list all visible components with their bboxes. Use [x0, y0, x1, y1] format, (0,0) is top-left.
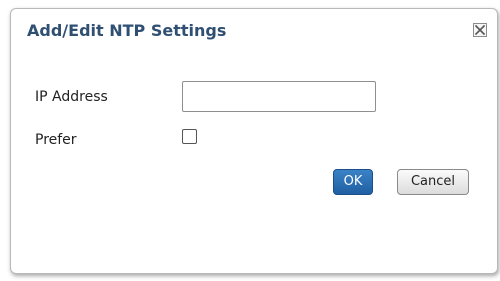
- prefer-checkbox[interactable]: [182, 129, 197, 144]
- page: Add/Edit NTP Settings IP Address Prefer …: [0, 0, 500, 281]
- close-icon: [474, 24, 486, 36]
- close-button[interactable]: [473, 23, 487, 37]
- ok-button[interactable]: OK: [333, 169, 373, 195]
- ntp-settings-dialog: Add/Edit NTP Settings IP Address Prefer …: [10, 8, 498, 274]
- prefer-label: Prefer: [35, 132, 77, 148]
- cancel-button[interactable]: Cancel: [397, 169, 469, 195]
- dialog-title: Add/Edit NTP Settings: [27, 21, 227, 40]
- ip-address-input[interactable]: [182, 81, 376, 112]
- ip-address-label: IP Address: [35, 89, 108, 105]
